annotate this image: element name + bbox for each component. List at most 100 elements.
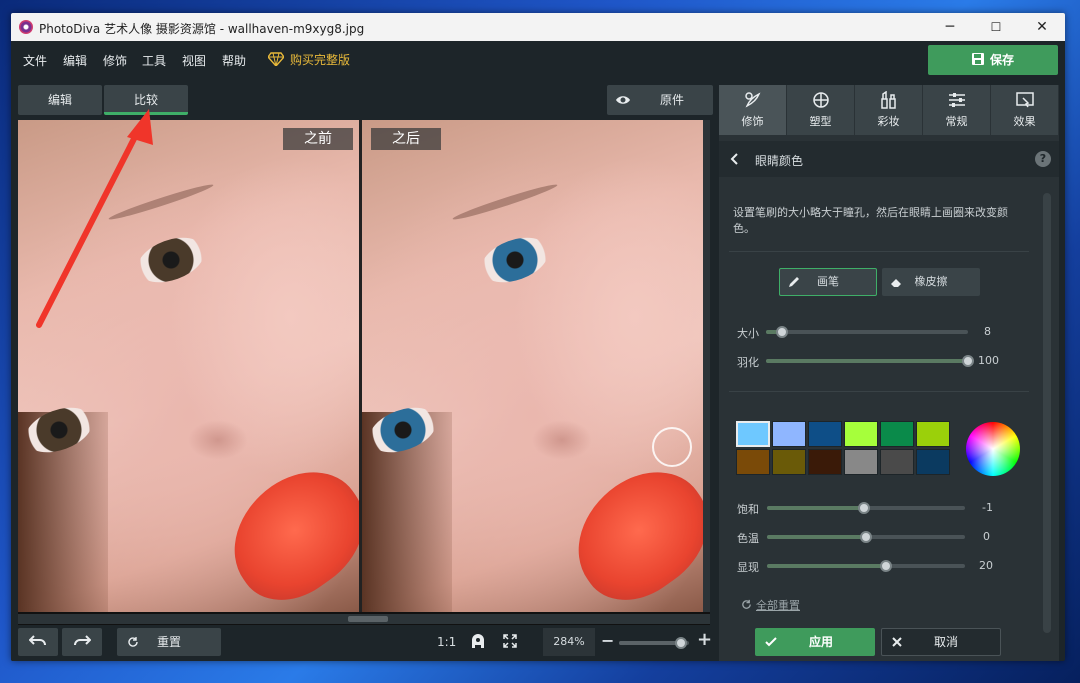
saturation-value: -1 bbox=[982, 501, 993, 514]
zoom-1to1-button[interactable]: 1:1 bbox=[437, 635, 456, 649]
retouch-icon bbox=[744, 92, 760, 108]
color-swatch[interactable] bbox=[916, 449, 950, 475]
eraser-icon bbox=[891, 279, 901, 287]
color-swatch[interactable] bbox=[916, 421, 950, 447]
horizontal-scrollbar[interactable] bbox=[18, 614, 710, 624]
temperature-label: 色温 bbox=[737, 532, 759, 545]
buy-full-version-link[interactable]: 购买完整版 bbox=[268, 51, 350, 68]
menu-retouch[interactable]: 修饰 bbox=[103, 52, 127, 69]
section-title: 眼睛颜色 bbox=[755, 154, 804, 168]
tab-makeup[interactable]: 彩妆 bbox=[855, 85, 923, 135]
tab-effects[interactable]: 效果 bbox=[991, 85, 1059, 135]
after-photo: 之后 bbox=[362, 120, 703, 612]
size-value: 8 bbox=[984, 325, 991, 338]
tab-reshape[interactable]: 塑型 bbox=[787, 85, 855, 135]
color-swatches bbox=[736, 421, 956, 479]
panel-scrollbar[interactable] bbox=[1043, 193, 1051, 633]
undo-button[interactable] bbox=[18, 628, 58, 656]
brush-icon bbox=[789, 277, 799, 287]
color-wheel[interactable] bbox=[966, 422, 1020, 476]
annotation-arrow-icon bbox=[36, 109, 153, 328]
adjust-icon bbox=[948, 93, 965, 107]
saturation-slider[interactable] bbox=[767, 502, 965, 514]
minimize-button[interactable]: ─ bbox=[927, 13, 973, 41]
size-label: 大小 bbox=[737, 327, 759, 340]
cancel-label: 取消 bbox=[934, 635, 959, 649]
app-window: PhotoDiva 艺术人像 摄影资源馆 - wallhaven-m9xyg8.… bbox=[11, 13, 1065, 661]
reshape-icon bbox=[812, 92, 829, 108]
title-bar: PhotoDiva 艺术人像 摄影资源馆 - wallhaven-m9xyg8.… bbox=[11, 13, 1065, 41]
after-label: 之后 bbox=[371, 128, 441, 150]
brush-tool-button[interactable]: 画笔 bbox=[779, 268, 877, 296]
before-label: 之前 bbox=[283, 128, 353, 150]
redo-icon bbox=[74, 635, 92, 646]
reset-all-label: 全部重置 bbox=[756, 599, 800, 612]
saturation-label: 饱和 bbox=[737, 503, 759, 516]
undo-icon bbox=[28, 635, 46, 646]
color-swatch[interactable] bbox=[808, 449, 842, 475]
cancel-button[interactable]: 取消 bbox=[881, 628, 1001, 656]
menu-tools[interactable]: 工具 bbox=[142, 52, 166, 69]
reset-button[interactable]: 重置 bbox=[117, 628, 221, 656]
reset-all-link[interactable]: 全部重置 bbox=[741, 597, 800, 613]
menu-edit[interactable]: 编辑 bbox=[63, 52, 87, 69]
diamond-icon bbox=[268, 52, 284, 66]
menu-bar: 文件 编辑 修饰 工具 视图 帮助 购买完整版 保存 bbox=[11, 41, 1065, 79]
maximize-button[interactable]: ☐ bbox=[973, 13, 1019, 41]
tab-reshape-label: 塑型 bbox=[809, 115, 832, 128]
brush-cursor bbox=[652, 427, 692, 467]
eye-icon bbox=[616, 96, 630, 104]
original-button[interactable]: 原件 bbox=[607, 85, 713, 115]
tab-retouch-label: 修饰 bbox=[741, 115, 764, 128]
menu-view[interactable]: 视图 bbox=[182, 52, 206, 69]
reveal-label: 显现 bbox=[737, 561, 759, 574]
eraser-tool-button[interactable]: 橡皮擦 bbox=[882, 268, 980, 296]
size-slider[interactable] bbox=[766, 326, 968, 338]
tab-general[interactable]: 常规 bbox=[923, 85, 991, 135]
feather-slider[interactable] bbox=[766, 355, 974, 367]
save-button[interactable]: 保存 bbox=[928, 45, 1058, 75]
menu-file[interactable]: 文件 bbox=[23, 52, 47, 69]
color-swatch[interactable] bbox=[772, 421, 806, 447]
reset-label: 重置 bbox=[156, 635, 181, 649]
temperature-slider[interactable] bbox=[767, 531, 965, 543]
color-swatch[interactable] bbox=[844, 449, 878, 475]
vertical-scrollbar[interactable] bbox=[703, 120, 710, 612]
help-icon[interactable]: ? bbox=[1035, 151, 1051, 167]
close-button[interactable]: ✕ bbox=[1019, 13, 1065, 41]
fit-screen-icon[interactable] bbox=[503, 634, 517, 648]
menu-help[interactable]: 帮助 bbox=[222, 52, 246, 69]
zoom-value[interactable]: 284% bbox=[543, 628, 595, 656]
effects-icon bbox=[1015, 92, 1034, 108]
color-swatch[interactable] bbox=[736, 421, 770, 447]
color-swatch[interactable] bbox=[880, 449, 914, 475]
check-icon bbox=[765, 637, 777, 647]
temperature-value: 0 bbox=[983, 530, 990, 543]
tab-makeup-label: 彩妆 bbox=[877, 115, 900, 128]
color-swatch[interactable] bbox=[772, 449, 806, 475]
reveal-slider[interactable] bbox=[767, 560, 965, 572]
instructions-text: 设置笔刷的大小略大于瞳孔，然后在眼睛上画圈来改变颜色。 bbox=[733, 206, 1008, 235]
back-chevron-icon[interactable] bbox=[729, 153, 739, 165]
feather-value: 100 bbox=[978, 354, 999, 367]
reveal-value: 20 bbox=[979, 559, 993, 572]
eraser-label: 橡皮擦 bbox=[914, 275, 948, 288]
reset-all-icon bbox=[742, 599, 751, 609]
face-detect-icon[interactable] bbox=[471, 633, 485, 649]
x-icon bbox=[892, 637, 902, 647]
zoom-in-button[interactable]: + bbox=[697, 629, 712, 650]
color-swatch[interactable] bbox=[808, 421, 842, 447]
window-title: PhotoDiva 艺术人像 摄影资源馆 - wallhaven-m9xyg8.… bbox=[39, 22, 365, 36]
color-swatch[interactable] bbox=[844, 421, 878, 447]
section-header: 眼睛颜色 ? bbox=[719, 141, 1059, 177]
original-label: 原件 bbox=[659, 93, 684, 107]
apply-button[interactable]: 应用 bbox=[755, 628, 875, 656]
tab-retouch[interactable]: 修饰 bbox=[719, 85, 787, 135]
bottom-toolbar: 重置 1:1 284% − + bbox=[11, 625, 717, 661]
zoom-slider[interactable] bbox=[619, 637, 689, 649]
redo-button[interactable] bbox=[62, 628, 102, 656]
app-logo-icon bbox=[19, 20, 33, 34]
color-swatch[interactable] bbox=[736, 449, 770, 475]
zoom-out-button[interactable]: − bbox=[601, 631, 614, 650]
color-swatch[interactable] bbox=[880, 421, 914, 447]
